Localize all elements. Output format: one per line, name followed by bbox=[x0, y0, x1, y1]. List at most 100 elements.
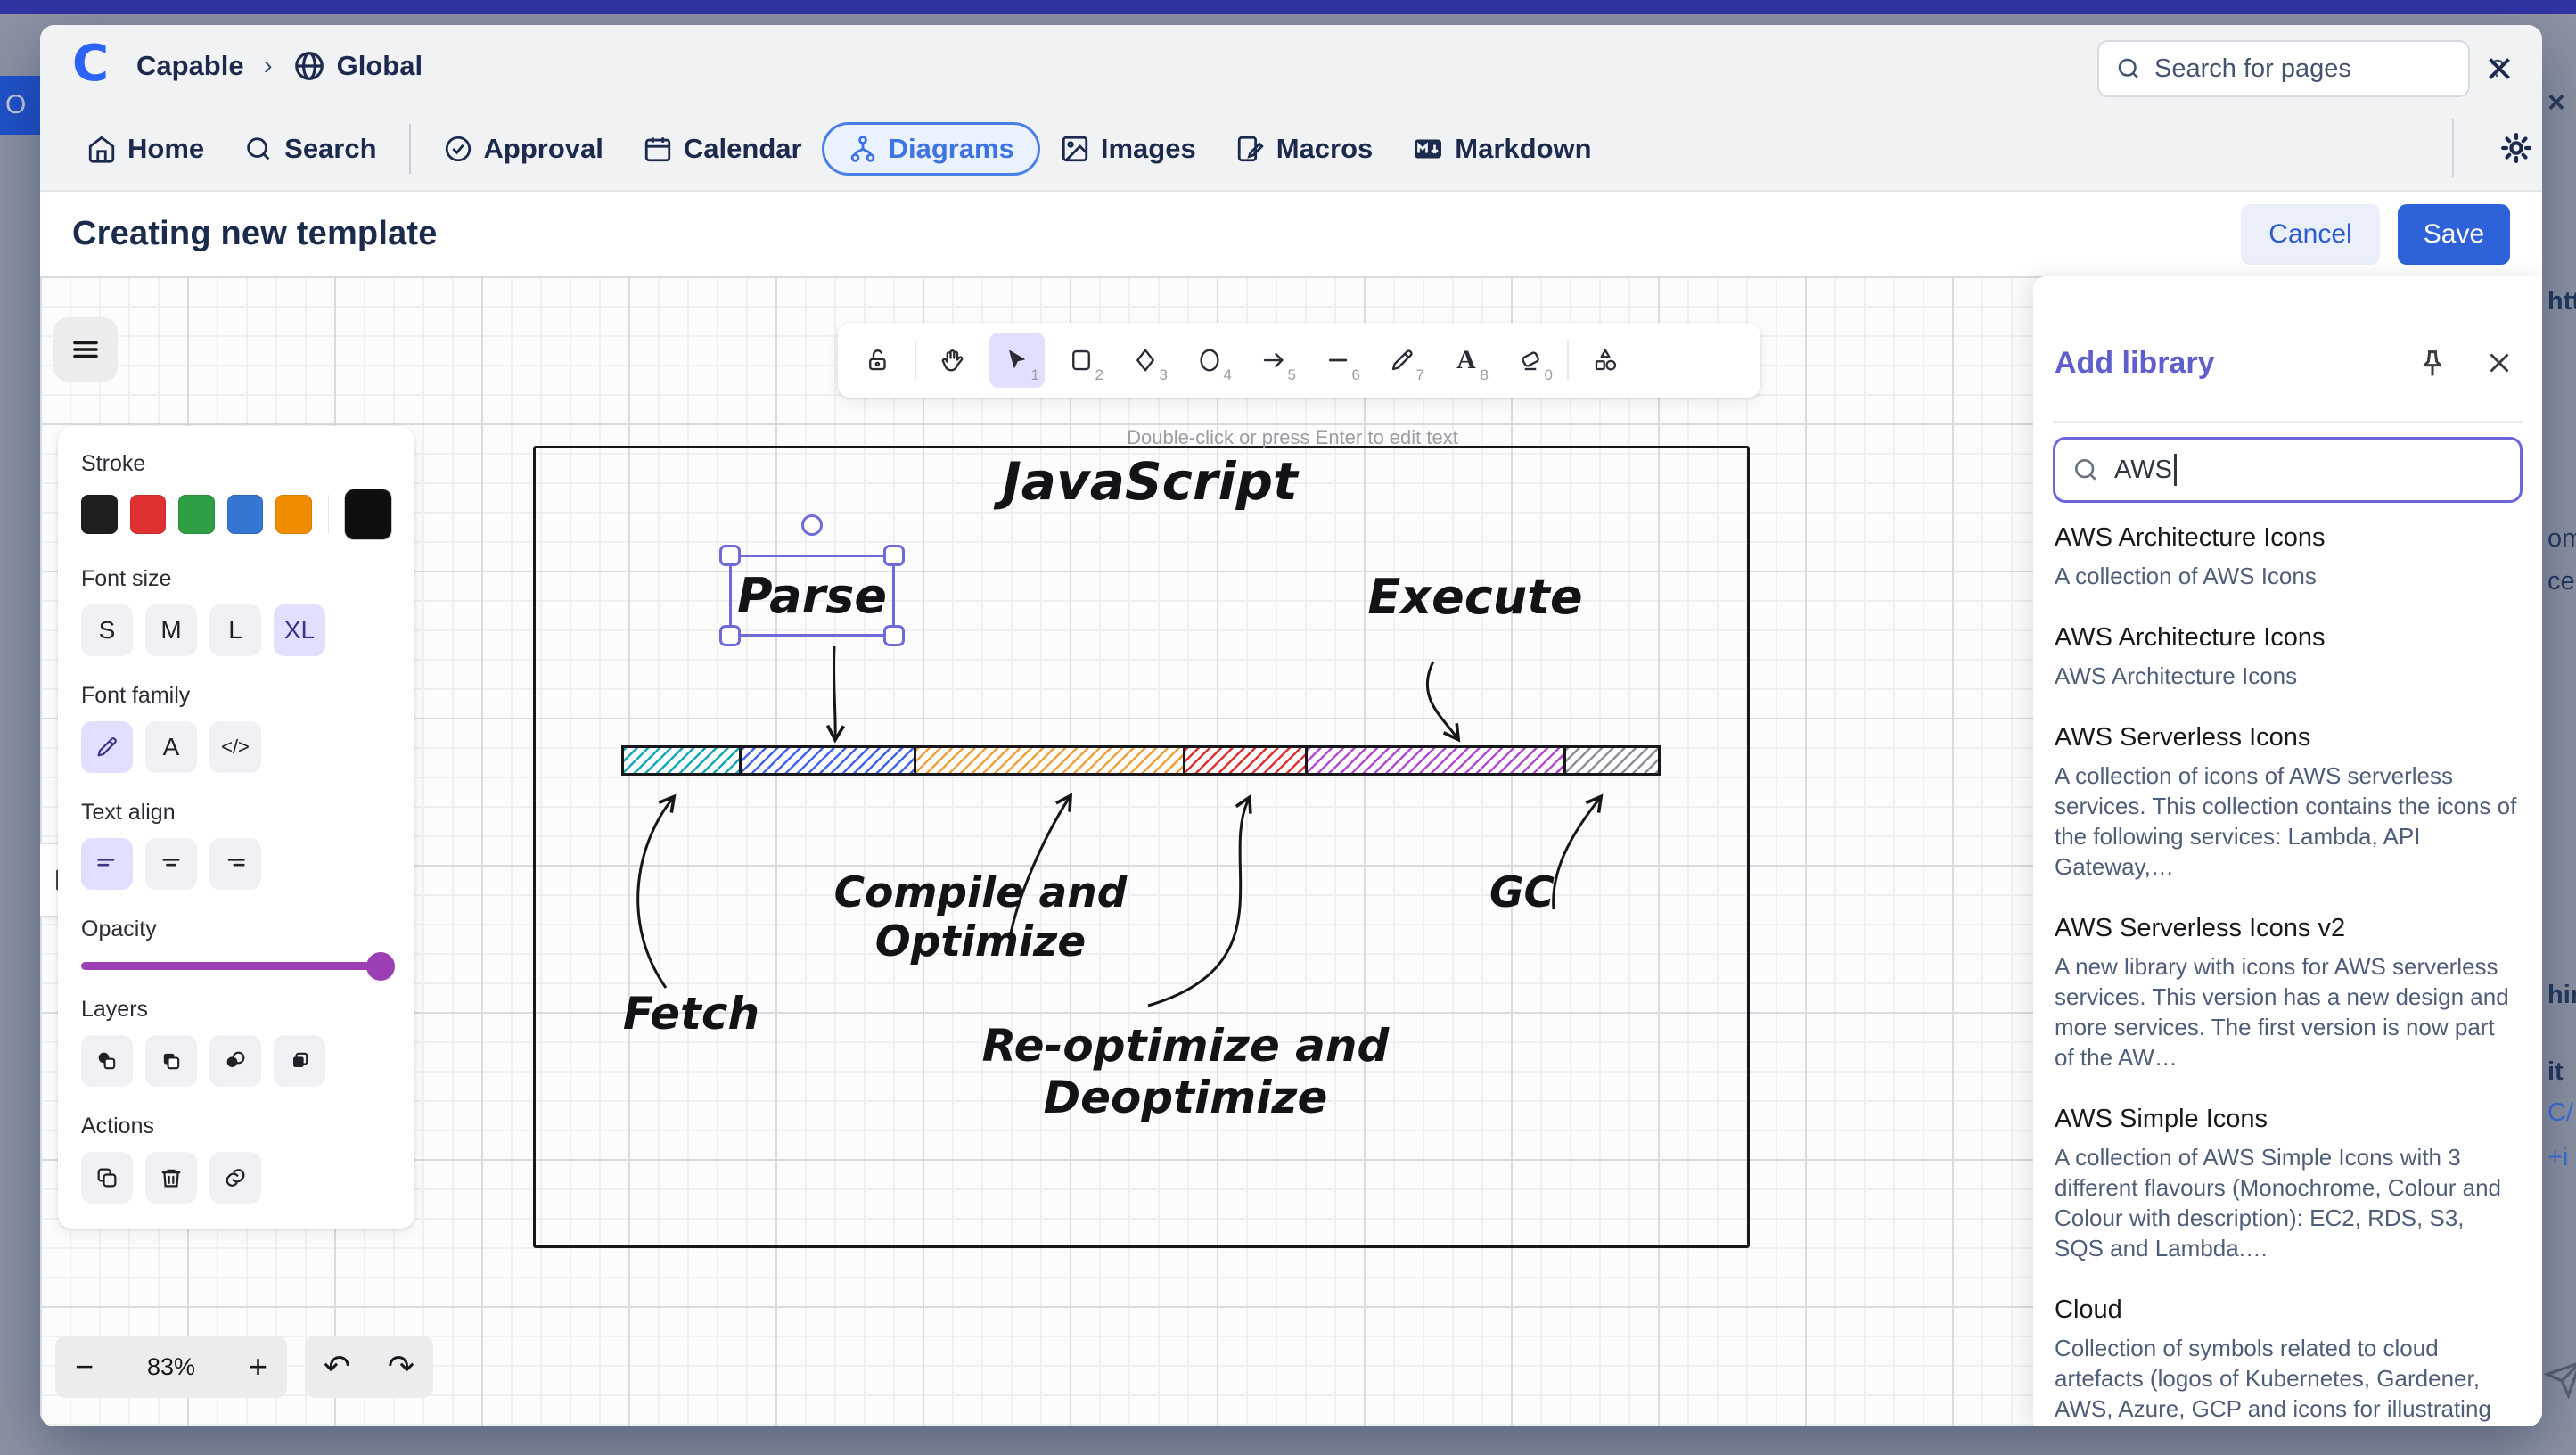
diagram-title-text[interactable]: JavaScript bbox=[972, 451, 1328, 512]
nav-item-macros[interactable]: Macros bbox=[1216, 122, 1393, 176]
diagram-frame-rectangle[interactable] bbox=[533, 446, 1750, 1248]
breadcrumb-app[interactable]: Capable bbox=[136, 50, 244, 82]
settings-gear-icon[interactable] bbox=[2491, 123, 2541, 173]
font-normal-button[interactable]: A bbox=[145, 721, 197, 773]
library-search-box[interactable]: AWS bbox=[2053, 437, 2523, 503]
cancel-button[interactable]: Cancel bbox=[2241, 203, 2380, 265]
diagram-compile-text[interactable]: Compile and Optimize bbox=[753, 868, 1208, 966]
current-stroke-swatch[interactable] bbox=[345, 489, 391, 539]
library-item-title[interactable]: AWS Simple Icons bbox=[2055, 1103, 2518, 1135]
library-item-title[interactable]: Cloud bbox=[2055, 1294, 2518, 1326]
align-center-button[interactable] bbox=[145, 838, 197, 890]
modal-close-button[interactable] bbox=[2479, 48, 2520, 89]
nav-item-calendar[interactable]: Calendar bbox=[623, 122, 822, 176]
nav-item-approval[interactable]: Approval bbox=[423, 122, 623, 176]
duplicate-button[interactable] bbox=[81, 1152, 133, 1204]
diagram-fetch-text[interactable]: Fetch bbox=[600, 988, 783, 1040]
eraser-tool-button[interactable]: 0 bbox=[1503, 333, 1558, 388]
template-title-bar: Creating new template Cancel Save bbox=[40, 192, 2542, 276]
arrow-tool-button[interactable]: 5 bbox=[1246, 333, 1301, 388]
send-backward-button[interactable] bbox=[145, 1035, 197, 1087]
bring-forward-icon bbox=[223, 1048, 248, 1073]
bring-to-front-button[interactable] bbox=[274, 1035, 325, 1087]
library-item-title[interactable]: AWS Architecture Icons bbox=[2055, 522, 2518, 554]
selection-handle[interactable] bbox=[719, 625, 741, 646]
library-item-title[interactable]: AWS Serverless Icons v2 bbox=[2055, 912, 2518, 944]
bring-forward-button[interactable] bbox=[209, 1035, 261, 1087]
text-icon: A bbox=[1456, 345, 1476, 374]
background-text-fragment: htt bbox=[2547, 287, 2576, 316]
diagram-gc-text[interactable]: GC bbox=[1457, 868, 1587, 917]
page-search-input[interactable] bbox=[2154, 53, 2490, 84]
delete-button[interactable] bbox=[145, 1152, 197, 1204]
library-item-title[interactable]: AWS Serverless Icons bbox=[2055, 721, 2518, 753]
tool-shortcut: 3 bbox=[1159, 366, 1168, 383]
stroke-swatch-orange[interactable] bbox=[275, 495, 312, 534]
selection-handle[interactable] bbox=[883, 545, 905, 566]
library-search-input[interactable]: AWS bbox=[2114, 456, 2172, 485]
diagram-execute-text[interactable]: Execute bbox=[1333, 569, 1618, 625]
pin-icon[interactable] bbox=[2415, 346, 2452, 383]
stroke-swatch-blue[interactable] bbox=[226, 495, 264, 534]
library-close-button[interactable] bbox=[2482, 346, 2520, 383]
zoom-level[interactable]: 83% bbox=[147, 1353, 195, 1381]
plugin-modal: C Capable › Global ? Home Sear bbox=[40, 25, 2542, 1426]
nav-item-markdown[interactable]: Markdown bbox=[1392, 122, 1611, 176]
diamond-tool-button[interactable]: 3 bbox=[1118, 333, 1173, 388]
library-item-title[interactable]: AWS Architecture Icons bbox=[2055, 621, 2518, 654]
align-left-button[interactable] bbox=[81, 838, 133, 890]
diagram-reoptimize-text[interactable]: Re-optimize and Deoptimize bbox=[896, 1020, 1475, 1123]
tool-shortcut: 0 bbox=[1544, 366, 1553, 383]
bar-segment bbox=[742, 748, 917, 773]
nav-item-diagrams[interactable]: Diagrams bbox=[821, 121, 1040, 176]
font-size-l-button[interactable]: L bbox=[209, 604, 261, 656]
nav-item-home[interactable]: Home bbox=[67, 122, 224, 176]
draw-tool-button[interactable]: 7 bbox=[1374, 333, 1430, 388]
selection-tool-button[interactable]: 1 bbox=[989, 333, 1045, 388]
rectangle-tool-button[interactable]: 2 bbox=[1054, 333, 1109, 388]
library-item[interactable]: AWS Architecture Icons A collection of A… bbox=[2055, 522, 2518, 591]
check-circle-icon bbox=[443, 134, 473, 164]
diagram-parse-text[interactable]: Parse bbox=[737, 568, 887, 624]
selection-handle[interactable] bbox=[719, 545, 741, 566]
line-tool-button[interactable]: 6 bbox=[1310, 333, 1366, 388]
more-shapes-button[interactable] bbox=[1578, 333, 1633, 388]
save-button[interactable]: Save bbox=[2398, 203, 2510, 265]
undo-button[interactable]: ↶ bbox=[324, 1349, 350, 1385]
ellipse-tool-button[interactable]: 4 bbox=[1182, 333, 1237, 388]
hand-tool-button[interactable] bbox=[925, 333, 980, 388]
link-button[interactable] bbox=[209, 1152, 261, 1204]
selected-parse-element[interactable]: Parse bbox=[719, 514, 905, 646]
opacity-slider-knob[interactable] bbox=[366, 951, 395, 981]
line-icon bbox=[1325, 347, 1351, 374]
selection-handle[interactable] bbox=[883, 625, 905, 646]
stroke-swatch-green[interactable] bbox=[178, 495, 215, 534]
canvas-menu-button[interactable] bbox=[53, 317, 118, 382]
library-item[interactable]: AWS Serverless Icons A collection of ico… bbox=[2055, 721, 2518, 882]
timeline-bar[interactable] bbox=[621, 745, 1661, 776]
library-item[interactable]: AWS Serverless Icons v2 A new library wi… bbox=[2055, 912, 2518, 1073]
page-search-box[interactable]: ? bbox=[2097, 40, 2505, 97]
stroke-swatch-red[interactable] bbox=[129, 495, 167, 534]
send-to-back-button[interactable] bbox=[81, 1035, 133, 1087]
library-item[interactable]: AWS Simple Icons A collection of AWS Sim… bbox=[2055, 1103, 2518, 1263]
text-tool-button[interactable]: A 8 bbox=[1439, 333, 1494, 388]
font-code-button[interactable]: </> bbox=[209, 721, 261, 773]
zoom-in-button[interactable]: + bbox=[249, 1351, 267, 1383]
zoom-out-button[interactable]: − bbox=[75, 1351, 94, 1383]
font-size-s-button[interactable]: S bbox=[81, 604, 133, 656]
font-size-m-button[interactable]: M bbox=[145, 604, 197, 656]
nav-item-search[interactable]: Search bbox=[224, 122, 396, 176]
lock-tool-button[interactable] bbox=[850, 333, 906, 388]
align-right-button[interactable] bbox=[209, 838, 261, 890]
font-size-xl-button[interactable]: XL bbox=[274, 604, 325, 656]
nav-item-images[interactable]: Images bbox=[1040, 122, 1216, 176]
stroke-swatch-black[interactable] bbox=[81, 495, 118, 534]
rotation-handle[interactable] bbox=[801, 514, 823, 536]
breadcrumb-space[interactable]: Global bbox=[337, 50, 422, 82]
font-hand-drawn-button[interactable] bbox=[81, 721, 133, 773]
library-item[interactable]: AWS Architecture Icons AWS Architecture … bbox=[2055, 621, 2518, 691]
redo-button[interactable]: ↷ bbox=[388, 1349, 414, 1385]
library-item[interactable]: Cloud Collection of symbols related to c… bbox=[2055, 1294, 2518, 1426]
opacity-slider[interactable] bbox=[81, 951, 395, 981]
